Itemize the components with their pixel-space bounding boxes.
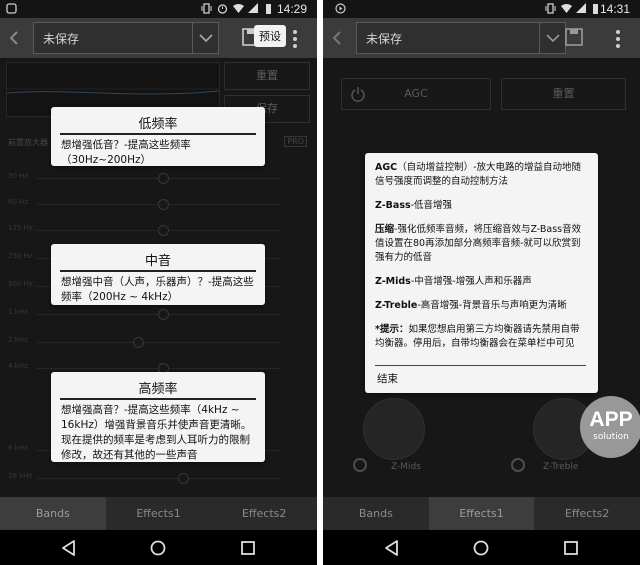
tab-effects2[interactable]: Effects2 [534,497,640,530]
overflow-menu-icon[interactable] [613,28,623,50]
effects-help-dialog: AGC（自动增益控制）-放大电路的增益自动地随信号强度而调整的自动控制方法 Z-… [365,153,598,393]
dropdown-arrow [192,23,218,53]
status-bar: 14:31 [323,0,640,18]
help-desc: -强化低频率音频，将压缩音效与Z-Bass音效值设置在80再添加部分高频率音频-… [375,224,582,263]
close-button[interactable]: 结束 [377,371,398,386]
tab-bands[interactable]: Bands [323,497,429,530]
nav-bar [0,530,317,565]
nav-bar [323,530,640,565]
status-time: 14:29 [276,2,307,16]
popup-title: 低频率 [138,117,178,132]
back-button[interactable] [8,28,26,48]
help-term: AGC [375,162,398,173]
help-desc: （自动增益控制）-放大电路的增益自动地随信号强度而调整的自动控制方法 [375,162,582,187]
wifi-icon [561,4,572,13]
popup-title: 高频率 [138,382,178,397]
signal-icon [248,3,258,13]
mids-help: Z-Mids-中音增强-增强人声和乐器声 [375,275,588,289]
notification-icon [6,3,17,14]
mid-freq-popup: 中音 想增强中音（人声，乐器声）？-提高这些频率（200Hz ~ 4kHz） [51,244,265,305]
help-term: Z-Bass [375,200,411,211]
help-term: Z-Treble [375,300,418,311]
chevron-left-icon [332,31,341,45]
agc-help: AGC（自动增益控制）-放大电路的增益自动地随信号强度而调整的自动控制方法 [375,161,588,189]
help-term: 压缩 [375,224,395,235]
overflow-menu-icon[interactable] [290,28,300,50]
vibrate-icon [545,3,556,14]
toolbar: 未保存 [323,18,640,58]
dropdown-arrow [539,23,565,53]
preset-tooltip: 预设 [254,25,286,47]
help-desc: -高音增强-背景音乐与声响更为清晰 [417,300,567,311]
tab-bar: Bands Effects1 Effects2 [323,497,640,530]
nav-back-icon[interactable] [60,539,78,557]
nav-home-icon[interactable] [149,539,167,557]
treble-help: Z-Treble-高音增强-背景音乐与声响更为清晰 [375,299,588,313]
watermark-line2: solution [593,432,629,442]
help-term: *提示： [375,324,409,335]
left-phone-screen: 14:29 未保存 预设 重置 保存 前置放大器 PRO 30 Hz 60 Hz… [0,0,317,565]
tab-effects1[interactable]: Effects1 [428,497,535,530]
chevron-down-icon [199,34,213,43]
wifi-icon [233,4,244,13]
preset-dropdown[interactable]: 未保存 [33,22,219,54]
popup-body: 想增强中音（人声，乐器声）？-提高这些频率（200Hz ~ 4kHz） [61,276,254,303]
vibrate-icon [201,3,212,14]
save-preset-icon[interactable] [563,26,587,50]
tab-effects1[interactable]: Effects1 [106,497,212,530]
tip-help: *提示：如果您想启用第三方均衡器请先禁用自带均衡器。停用后，自带均衡器会在菜单栏… [375,323,588,351]
tab-effects2[interactable]: Effects2 [211,497,317,530]
chevron-left-icon [9,31,18,45]
status-bar: 14:29 [0,0,317,18]
preset-dropdown[interactable]: 未保存 [356,22,566,54]
alarm-icon [217,4,228,14]
popup-title: 中音 [144,254,171,269]
play-notification-icon [335,3,346,14]
help-desc: -中音增强-增强人声和乐器声 [410,276,532,287]
right-phone-screen: 14:31 未保存 AGC 重置 Z-Mids Z-Treble AGC（自动增… [323,0,640,565]
watermark-line1: APP [589,408,633,431]
bass-help: Z-Bass-低音增强 [375,199,588,213]
help-desc: -低音增强 [410,200,453,211]
battery-icon [266,4,271,14]
signal-icon [576,3,586,13]
high-freq-popup: 高频率 想增强高音？-提高这些频率（4kHz ~ 16kHz）增强背景音乐并使声… [51,372,265,462]
nav-back-icon[interactable] [383,539,401,557]
preset-value: 未保存 [43,32,80,46]
dialog-divider [375,365,586,366]
help-term: Z-Mids [375,276,411,287]
back-button[interactable] [331,28,349,48]
status-time: 14:31 [599,2,630,16]
preset-value: 未保存 [366,32,403,46]
app-solution-watermark: APP solution [580,396,640,458]
low-freq-popup: 低频率 想增强低音？-提高这些频率（30Hz~200Hz） [51,107,265,166]
compress-help: 压缩-强化低频率音频，将压缩音效与Z-Bass音效值设置在80再添加部分高频率音… [375,223,588,265]
tab-bar: Bands Effects1 Effects2 [0,497,317,530]
nav-recents-icon[interactable] [239,539,257,557]
tab-bands[interactable]: Bands [0,497,106,530]
nav-recents-icon[interactable] [562,539,580,557]
nav-home-icon[interactable] [472,539,490,557]
popup-body: 想增强低音？-提高这些频率（30Hz~200Hz） [61,139,191,166]
popup-body: 想增强高音？-提高这些频率（4kHz ~ 16kHz）增强背景音乐并使声音更清晰… [61,404,252,461]
